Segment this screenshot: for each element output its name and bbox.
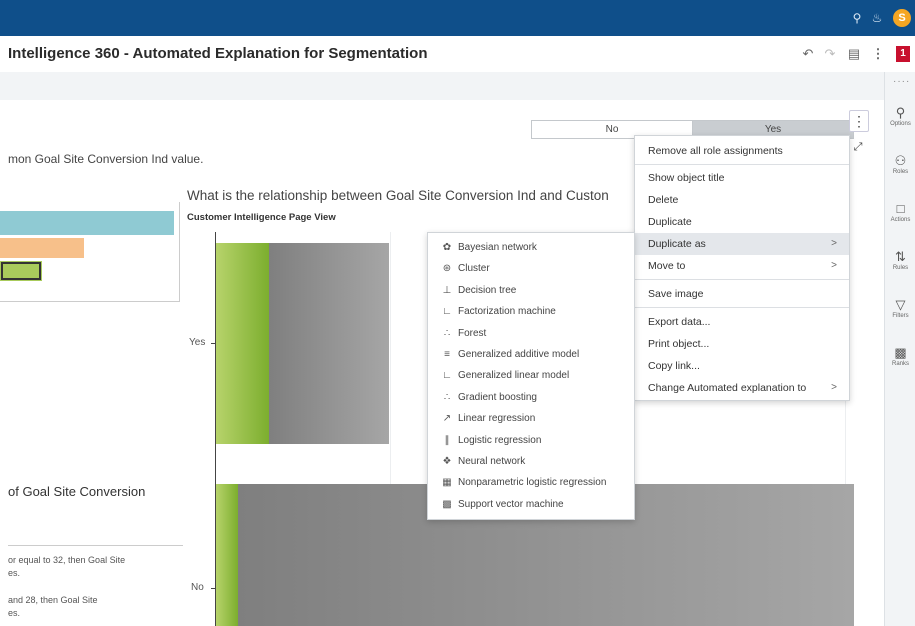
undo-icon[interactable]: ↶	[800, 46, 816, 62]
roles-icon: ⚇	[894, 153, 907, 168]
pane-item-roles[interactable]: ⚇ Roles	[885, 154, 915, 176]
ranks-icon: ▩	[894, 345, 907, 360]
rule-text: or equal to 32, then Goal Site	[8, 555, 126, 565]
nonparametric-logistic-regression-icon: ▦	[442, 477, 452, 489]
submenu-item-generalized-linear-model[interactable]: ∟ Generalized linear model	[428, 365, 634, 386]
section-title: of Goal Site Conversion	[8, 484, 146, 499]
linear-regression-icon: ↗	[442, 413, 452, 425]
menu-item-delete[interactable]: Delete	[635, 189, 849, 211]
submenu-item-cluster[interactable]: ⊛ Cluster	[428, 258, 634, 279]
submenu-item-nonparametric-logistic-regression[interactable]: ▦ Nonparametric logistic regression	[428, 472, 634, 493]
decision-tree-icon: ⊥	[442, 284, 452, 296]
menu-item-copy-link[interactable]: Copy link...	[635, 355, 849, 377]
app-header: ⚲ ♨ S	[0, 0, 915, 36]
submenu-item-logistic-regression[interactable]: ∥ Logistic regression	[428, 430, 634, 451]
menu-separator	[635, 164, 849, 165]
submenu-item-support-vector-machine[interactable]: ▩ Support vector machine	[428, 494, 634, 515]
bayesian-network-icon: ✿	[442, 242, 452, 253]
chart-subtitle: Customer Intelligence Page View	[187, 212, 336, 223]
pane-menu-icon[interactable]: ····	[893, 76, 910, 87]
rule-text: es.	[8, 608, 21, 618]
y-axis	[215, 232, 216, 626]
more-options-icon[interactable]: ⋮	[870, 46, 886, 62]
divider	[8, 545, 183, 546]
rule-text: es.	[8, 568, 21, 578]
object-menu-button[interactable]: ⋮	[849, 110, 869, 132]
factorization-machine-icon: ∟	[442, 306, 452, 318]
left-chart-bar[interactable]	[0, 238, 84, 258]
actions-icon: □	[896, 201, 905, 216]
report-title: Intelligence 360 - Automated Explanation…	[8, 45, 428, 62]
pane-item-options[interactable]: ⚲ Options	[885, 106, 915, 128]
menu-item-print-object[interactable]: Print object...	[635, 333, 849, 355]
chevron-right-icon: >	[831, 382, 837, 393]
menu-item-duplicate[interactable]: Duplicate	[635, 211, 849, 233]
y-tick	[211, 588, 215, 589]
submenu-item-forest[interactable]: ∴ Forest	[428, 323, 634, 344]
object-context-menu: Remove all role assignments Show object …	[634, 135, 850, 401]
chevron-right-icon: >	[831, 260, 837, 271]
pane-item-actions[interactable]: □ Actions	[885, 202, 915, 224]
rules-icon: ⇅	[895, 249, 906, 264]
chart-title: What is the relationship between Goal Si…	[187, 188, 609, 203]
generalized-linear-model-icon: ∟	[442, 370, 452, 382]
menu-item-move-to[interactable]: Move to >	[635, 255, 849, 277]
submenu-item-decision-tree[interactable]: ⊥ Decision tree	[428, 280, 634, 301]
gradient-boosting-icon: ∴	[443, 391, 451, 403]
maximize-icon[interactable]: ⤢	[850, 140, 866, 154]
menu-item-remove-roles[interactable]: Remove all role assignments	[635, 140, 849, 162]
submenu-item-gradient-boosting[interactable]: ∴ Gradient boosting	[428, 387, 634, 408]
generalized-additive-model-icon: ≡	[444, 349, 450, 360]
save-icon[interactable]: ▤	[846, 46, 862, 62]
support-vector-machine-icon: ▩	[442, 498, 452, 510]
submenu-item-linear-regression[interactable]: ↗ Linear regression	[428, 408, 634, 429]
submenu-item-bayesian-network[interactable]: ✿ Bayesian network	[428, 237, 634, 258]
search-icon[interactable]: ⚲	[849, 10, 865, 26]
menu-item-duplicate-as[interactable]: Duplicate as >	[635, 233, 849, 255]
menu-separator	[635, 279, 849, 280]
cluster-icon: ⊛	[442, 263, 452, 275]
bar-no-green[interactable]	[216, 484, 238, 626]
y-category-label: Yes	[189, 337, 206, 348]
page-tab-strip	[0, 72, 884, 100]
page-badge[interactable]: 1	[896, 46, 910, 62]
left-chart-bar-selected[interactable]	[0, 261, 42, 281]
pane-item-ranks[interactable]: ▩ Ranks	[885, 346, 915, 368]
y-tick	[211, 343, 215, 344]
submenu-item-neural-network[interactable]: ❖ Neural network	[428, 451, 634, 472]
forest-icon: ∴	[443, 327, 451, 339]
report-title-bar: Intelligence 360 - Automated Explanation…	[0, 36, 915, 72]
explanation-text: mon Goal Site Conversion Ind value.	[8, 152, 204, 166]
menu-item-show-title[interactable]: Show object title	[635, 167, 849, 189]
bell-icon[interactable]: ♨	[869, 10, 885, 26]
user-avatar[interactable]: S	[893, 9, 911, 27]
redo-icon[interactable]: ↷	[822, 46, 838, 62]
menu-item-save-image[interactable]: Save image	[635, 283, 849, 305]
submenu-item-generalized-additive-model[interactable]: ≡ Generalized additive model	[428, 344, 634, 365]
pane-item-filters[interactable]: ▽ Filters	[885, 298, 915, 320]
filter-icon: ▽	[895, 297, 906, 312]
right-pane: ···· ⚲ Options ⚇ Roles □ Actions ⇅ Rules…	[884, 72, 915, 626]
bar-yes-green[interactable]	[216, 243, 269, 444]
submenu-item-factorization-machine[interactable]: ∟ Factorization machine	[428, 301, 634, 322]
chevron-right-icon: >	[831, 238, 837, 249]
options-icon: ⚲	[895, 105, 906, 120]
logistic-regression-icon: ∥	[444, 434, 450, 446]
menu-item-export-data[interactable]: Export data...	[635, 311, 849, 333]
rule-text: and 28, then Goal Site	[8, 595, 98, 605]
neural-network-icon: ❖	[442, 456, 452, 467]
left-chart-bar[interactable]	[0, 211, 174, 235]
duplicate-as-submenu: ✿ Bayesian network ⊛ Cluster ⊥ Decision tre…	[427, 232, 635, 520]
y-category-label: No	[191, 582, 204, 593]
pane-item-rules[interactable]: ⇅ Rules	[885, 250, 915, 272]
menu-separator	[635, 307, 849, 308]
bar-yes-gray[interactable]	[269, 243, 389, 444]
menu-item-change-explanation[interactable]: Change Automated explanation to >	[635, 377, 849, 399]
